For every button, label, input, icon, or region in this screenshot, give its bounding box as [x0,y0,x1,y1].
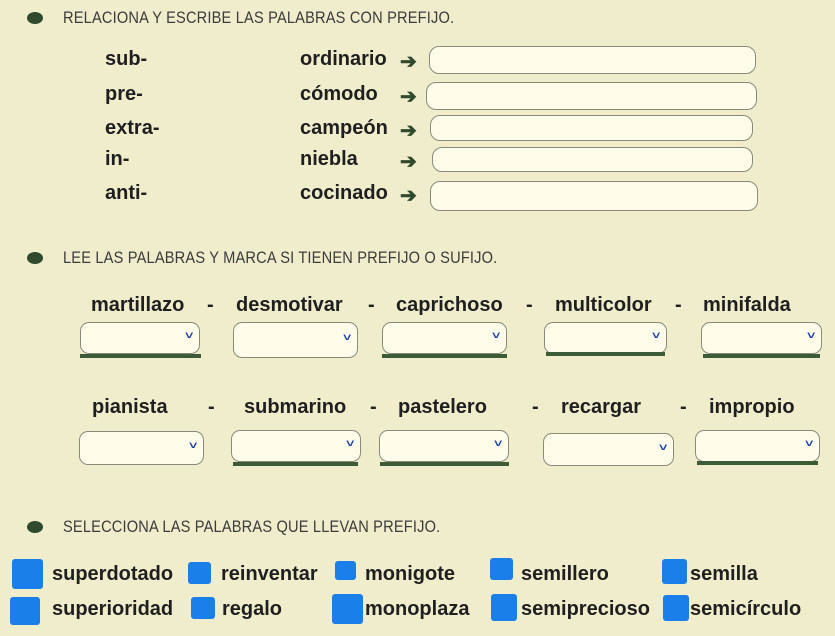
root-word: campeón [300,117,388,139]
checkbox[interactable] [491,594,517,621]
arrow-right-icon: ➔ [400,86,417,108]
affix-select[interactable]: ˅ [79,431,204,465]
checkbox[interactable] [490,558,513,580]
answer-input[interactable] [426,82,757,110]
affix-select[interactable]: ˅ [382,322,507,354]
affix-select[interactable]: ˅ [231,430,361,462]
classify-word: desmotivar [236,294,343,316]
checkbox[interactable] [662,559,687,584]
separator: - [680,396,687,418]
affix-select[interactable]: ˅ [543,433,674,466]
root-word: ordinario [300,48,387,70]
divider [382,354,507,358]
chevron-down-icon: ˅ [342,332,351,344]
answer-input[interactable] [432,147,753,172]
classify-word: pastelero [398,396,487,418]
option-label[interactable]: semilla [690,563,758,586]
chevron-down-icon: ˅ [658,442,667,454]
chevron-down-icon: ˅ [188,440,197,452]
checkbox[interactable] [332,594,363,624]
separator: - [207,294,214,316]
answer-input[interactable] [430,115,753,141]
affix-select[interactable]: ˅ [233,322,358,358]
section1-heading: RELACIONA Y ESCRIBE LAS PALABRAS CON PRE… [63,8,455,27]
classify-word: pianista [92,396,168,418]
separator: - [370,396,377,418]
classify-word: minifalda [703,294,791,316]
divider [697,461,818,465]
divider [703,354,820,358]
option-label[interactable]: semicírculo [690,598,801,621]
answer-input[interactable] [429,46,756,74]
prefix-item: pre- [105,83,143,105]
chevron-down-icon: ˅ [184,330,193,342]
affix-select[interactable]: ˅ [544,322,667,354]
classify-word: multicolor [555,294,652,316]
prefix-item: anti- [105,182,148,204]
chevron-down-icon: ˅ [804,438,813,450]
arrow-right-icon: ➔ [400,120,417,142]
root-word: niebla [300,148,358,170]
classify-word: recargar [561,396,642,418]
separator: - [675,294,682,316]
option-label[interactable]: monoplaza [365,598,469,621]
option-label[interactable]: superioridad [52,598,173,621]
option-label[interactable]: reinventar [221,563,318,586]
option-label[interactable]: monigote [365,563,455,586]
chevron-down-icon: ˅ [806,330,815,342]
divider [546,352,665,356]
separator: - [208,396,215,418]
arrow-right-icon: ➔ [400,185,417,207]
arrow-right-icon: ➔ [400,51,417,73]
prefix-item: sub- [105,48,148,70]
answer-input[interactable] [430,181,758,211]
arrow-right-icon: ➔ [400,151,417,173]
divider [233,462,358,466]
checkbox[interactable] [188,562,211,584]
chevron-down-icon: ˅ [493,438,502,450]
option-label[interactable]: regalo [222,598,282,621]
affix-select[interactable]: ˅ [80,322,200,354]
chevron-down-icon: ˅ [345,438,354,450]
chevron-down-icon: ˅ [491,330,500,342]
separator: - [526,294,533,316]
root-word: cómodo [300,83,378,105]
affix-select[interactable]: ˅ [379,430,509,462]
divider [80,354,201,358]
separator: - [368,294,375,316]
bullet-icon [27,521,43,533]
checkbox[interactable] [12,559,43,589]
prefix-item: extra- [105,117,160,139]
bullet-icon [27,252,43,264]
checkbox[interactable] [10,597,40,625]
divider [380,462,509,466]
chevron-down-icon: ˅ [651,330,660,342]
classify-word: martillazo [91,294,185,316]
section2-heading: LEE LAS PALABRAS Y MARCA SI TIENEN PREFI… [63,248,498,267]
classify-word: submarino [244,396,347,418]
prefix-item: in- [105,148,130,170]
checkbox[interactable] [663,595,689,621]
classify-word: caprichoso [396,294,503,316]
section3-heading: SELECCIONA LAS PALABRAS QUE LLEVAN PREFI… [63,517,441,536]
affix-select[interactable]: ˅ [701,322,822,354]
bullet-icon [27,12,43,24]
affix-select[interactable]: ˅ [695,430,820,462]
checkbox[interactable] [335,561,356,580]
separator: - [532,396,539,418]
checkbox[interactable] [191,597,215,619]
classify-word: impropio [709,396,795,418]
option-label[interactable]: superdotado [52,563,173,586]
option-label[interactable]: semiprecioso [521,598,650,621]
root-word: cocinado [300,182,388,204]
option-label[interactable]: semillero [521,563,609,586]
